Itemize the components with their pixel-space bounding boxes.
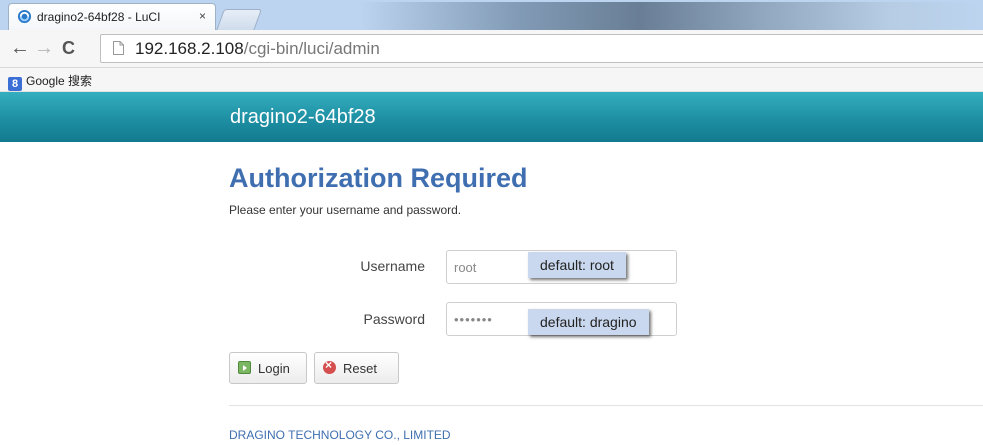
url-path: /cgi-bin/luci/admin [243,39,380,58]
login-button[interactable]: Login [229,352,307,384]
page-subtitle: Please enter your username and password. [229,203,462,217]
bookmark-label: Google 搜索 [26,74,93,88]
tab-title: dragino2-64bf28 - LuCI [37,10,161,24]
bookmarks-bar: 8 Google 搜索 [0,68,983,92]
username-default-callout: default: root [528,252,626,278]
back-arrow-icon[interactable]: ← [10,36,30,60]
reset-button-label: Reset [343,361,377,376]
address-bar[interactable]: 192.168.2.108/cgi-bin/luci/admin [100,34,983,63]
google-icon: 8 [8,77,22,91]
reset-button[interactable]: Reset [314,352,399,384]
tab-close-icon[interactable]: × [199,9,206,23]
blurred-window-area [360,2,983,30]
page-icon [113,41,124,55]
reload-icon[interactable]: C [62,36,75,60]
footer-text: DRAGINO TECHNOLOGY CO., LIMITED [229,428,451,442]
luci-favicon-icon [17,9,32,24]
hostname-title[interactable]: dragino2-64bf28 [230,106,376,129]
browser-toolbar: ← → C 192.168.2.108/cgi-bin/luci/admin [0,30,983,68]
luci-header: dragino2-64bf28 [0,92,983,142]
login-icon [238,361,251,374]
password-default-callout: default: dragino [528,309,649,335]
new-tab-button[interactable] [215,9,263,31]
browser-tab[interactable]: dragino2-64bf28 - LuCI × [8,3,216,30]
url-host: 192.168.2.108 [135,39,244,58]
reset-icon [323,358,336,374]
footer-divider [229,405,983,406]
bookmark-google-search[interactable]: 8 Google 搜索 [8,72,92,91]
username-label: Username [360,258,425,274]
login-button-label: Login [258,361,290,376]
url-text: 192.168.2.108/cgi-bin/luci/admin [135,39,380,59]
forward-arrow-icon[interactable]: → [34,36,54,60]
password-label: Password [363,311,425,327]
page-title: Authorization Required [229,163,528,193]
browser-tab-strip: dragino2-64bf28 - LuCI × [0,0,983,31]
